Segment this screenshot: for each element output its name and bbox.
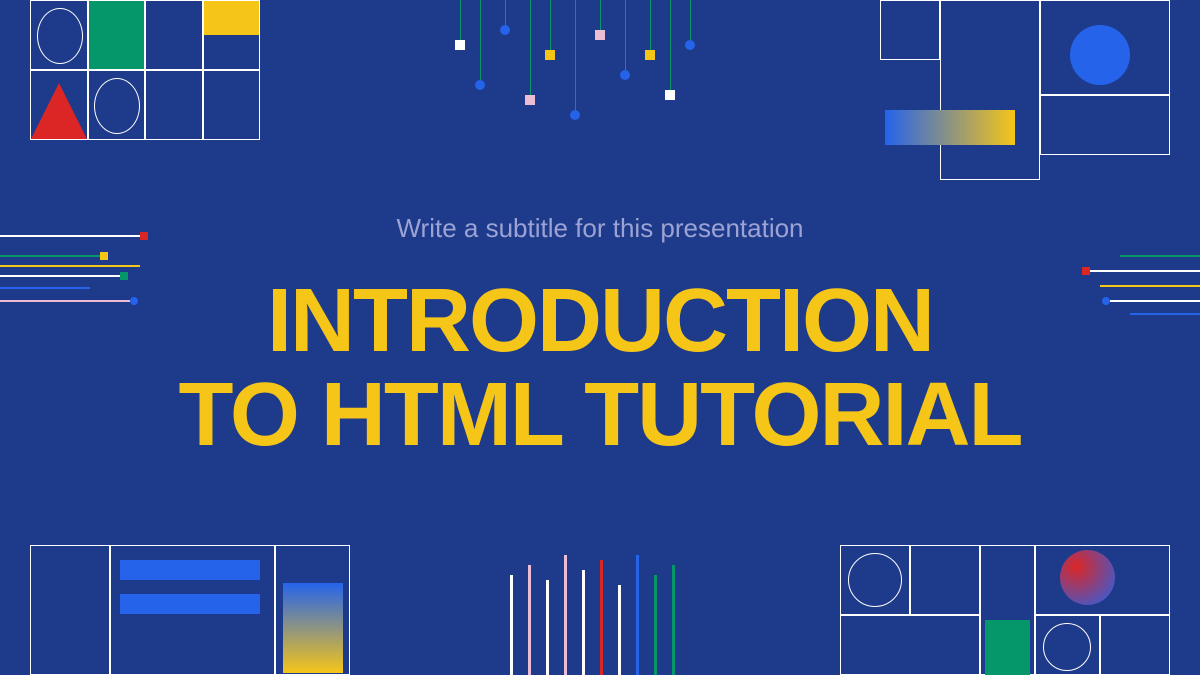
decoration-top-center (450, 0, 730, 140)
title-line-2: TO HTML TUTORIAL (0, 368, 1200, 463)
slide-title: INTRODUCTION TO HTML TUTORIAL (0, 274, 1200, 463)
decoration-top-right (880, 0, 1170, 180)
decoration-bottom-right (840, 545, 1170, 675)
slide-content: Write a subtitle for this presentation I… (0, 213, 1200, 463)
slide-subtitle: Write a subtitle for this presentation (0, 213, 1200, 244)
decoration-bottom-center (510, 545, 730, 675)
decoration-bottom-left (30, 545, 350, 675)
title-line-1: INTRODUCTION (0, 274, 1200, 369)
decoration-top-left (30, 0, 260, 140)
presentation-slide: Write a subtitle for this presentation I… (0, 0, 1200, 675)
